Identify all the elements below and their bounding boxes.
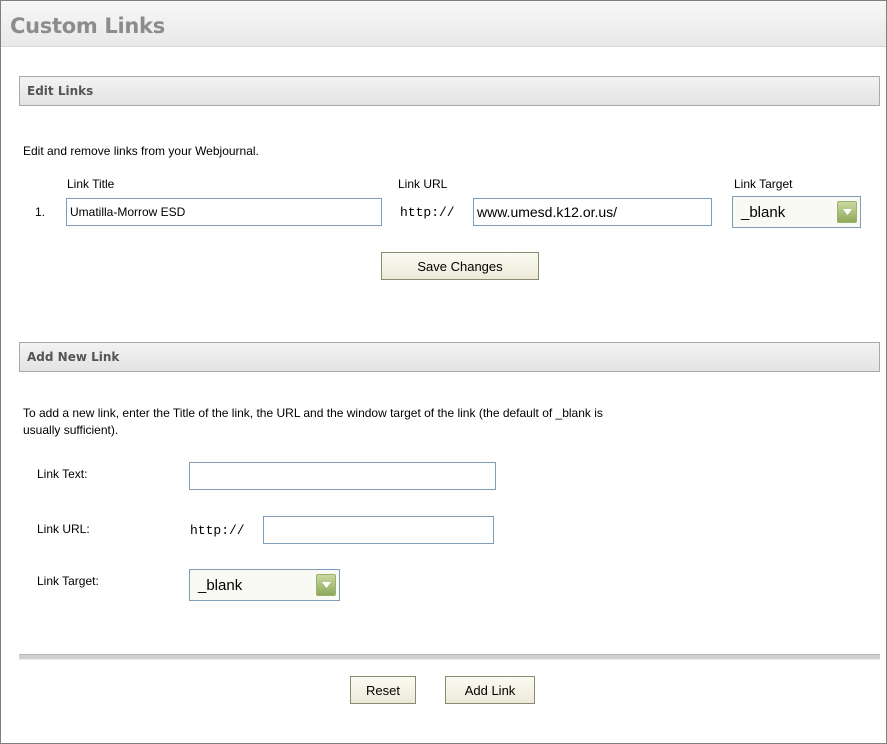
page-title: Custom Links xyxy=(10,14,165,38)
reset-button[interactable]: Reset xyxy=(350,676,416,704)
edit-links-intro: Edit and remove links from your Webjourn… xyxy=(23,144,259,158)
edit-links-heading: Edit Links xyxy=(27,84,94,98)
new-link-target-select[interactable]: _blank xyxy=(189,569,340,601)
new-link-url-label: Link URL: xyxy=(37,522,90,536)
add-link-intro-line2: usually sufficient). xyxy=(23,423,119,437)
chevron-down-icon[interactable] xyxy=(316,574,336,596)
add-link-section-header: Add New Link xyxy=(19,342,880,372)
add-link-intro-line1: To add a new link, enter the Title of th… xyxy=(23,406,603,420)
add-link-button[interactable]: Add Link xyxy=(445,676,535,704)
add-link-heading: Add New Link xyxy=(27,350,120,364)
save-changes-button[interactable]: Save Changes xyxy=(381,252,539,280)
new-link-target-value: _blank xyxy=(198,577,243,594)
link-url-input[interactable] xyxy=(473,198,712,226)
new-link-target-label: Link Target: xyxy=(37,574,99,588)
new-link-url-input[interactable] xyxy=(263,516,494,544)
column-header-link-title: Link Title xyxy=(67,177,115,191)
link-url-prefix: http:// xyxy=(400,205,455,220)
link-text-label: Link Text: xyxy=(37,467,88,481)
link-title-input[interactable] xyxy=(66,198,382,226)
link-target-value: _blank xyxy=(741,204,786,221)
page-frame xyxy=(0,0,887,744)
link-target-select[interactable]: _blank xyxy=(732,196,861,228)
chevron-down-icon[interactable] xyxy=(837,201,857,223)
section-divider xyxy=(19,654,880,660)
link-text-input[interactable] xyxy=(189,462,496,490)
column-header-link-target: Link Target xyxy=(734,177,793,191)
column-header-link-url: Link URL xyxy=(398,177,448,191)
link-row-index: 1. xyxy=(35,205,46,219)
new-link-url-prefix: http:// xyxy=(190,523,245,538)
edit-links-section-header: Edit Links xyxy=(19,76,880,106)
page-header: Custom Links xyxy=(1,1,886,47)
